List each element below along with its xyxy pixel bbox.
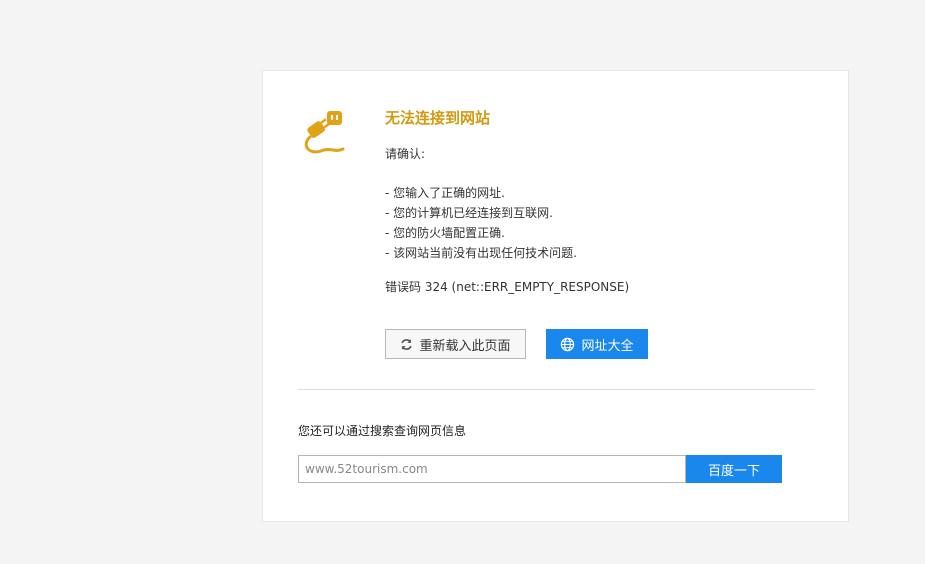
checklist-item: - 您的防火墙配置正确. (385, 226, 505, 240)
checklist-item: - 您输入了正确的网址. (385, 186, 505, 200)
confirm-heading: 请确认: (385, 147, 426, 161)
refresh-icon (400, 338, 413, 351)
error-code: 错误码 324 (net::ERR_EMPTY_RESPONSE) (385, 280, 630, 294)
search-input[interactable] (298, 455, 686, 483)
page-title: 无法连接到网站 (385, 109, 491, 127)
site-directory-button-label: 网址大全 (581, 338, 634, 354)
checklist: - 您输入了正确的网址. - 您的计算机已经连接到互联网. - 您的防火墙配置正… (385, 183, 577, 263)
divider (298, 389, 815, 390)
reload-button[interactable]: 重新载入此页面 (385, 329, 526, 359)
search-button[interactable]: 百度一下 (686, 455, 782, 483)
site-directory-button[interactable]: 网址大全 (546, 329, 648, 359)
error-card: 无法连接到网站 请确认: - 您输入了正确的网址. - 您的计算机已经连接到互联… (262, 70, 849, 522)
reload-button-label: 重新载入此页面 (419, 338, 511, 354)
checklist-item: - 该网站当前没有出现任何技术问题. (385, 246, 577, 260)
globe-icon (560, 337, 575, 352)
checklist-item: - 您的计算机已经连接到互联网. (385, 206, 553, 220)
search-hint: 您还可以通过搜索查询网页信息 (298, 424, 467, 438)
unplugged-cable-icon (299, 107, 347, 159)
